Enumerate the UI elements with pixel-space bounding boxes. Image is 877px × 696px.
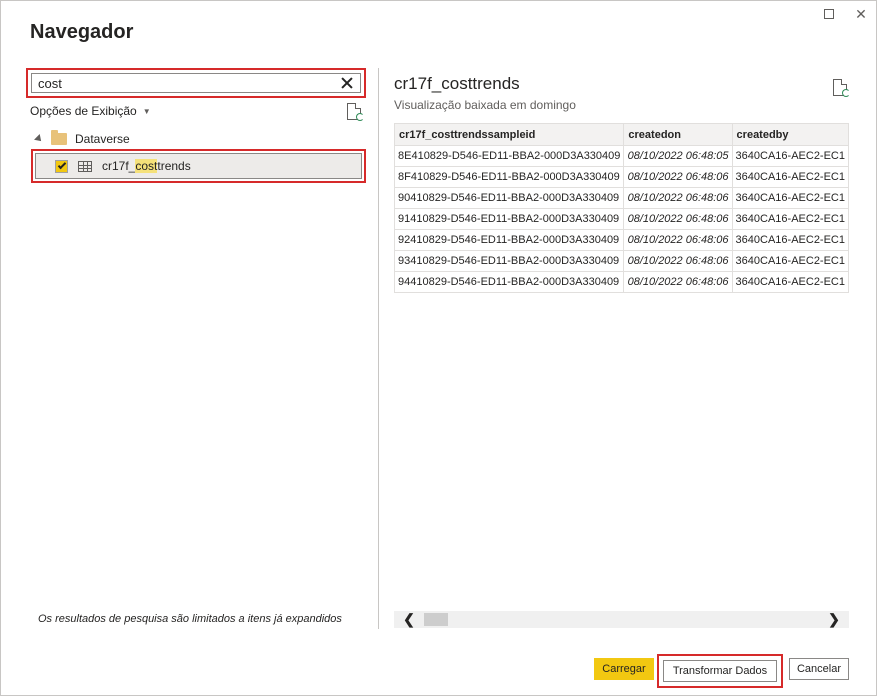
preview-refresh-icon[interactable] <box>833 79 850 97</box>
table-cell: 08/10/2022 06:48:06 <box>623 250 733 272</box>
tree-item-label-suffix: trends <box>157 159 191 173</box>
check-icon <box>57 160 66 170</box>
tree-item-checkbox[interactable] <box>55 159 68 173</box>
clear-search-icon[interactable] <box>340 76 354 90</box>
table-cell: 3640CA16-AEC2-EC1 <box>731 271 849 293</box>
table-row: 91410829-D546-ED11-BBA2-000D3A330409 08/… <box>394 208 849 230</box>
table-cell: 94410829-D546-ED11-BBA2-000D3A330409 <box>394 271 625 293</box>
scroll-left-icon[interactable]: ❮ <box>394 611 424 628</box>
tree-folder-label: Dataverse <box>75 132 130 146</box>
refresh-arrow-icon <box>842 89 850 97</box>
table-cell: 3640CA16-AEC2-EC1 <box>731 208 849 230</box>
tree-item-highlight-frame: cr17f_costtrends <box>31 149 366 183</box>
search-limit-note: Os resultados de pesquisa são limitados … <box>38 613 342 625</box>
table-cell: 3640CA16-AEC2-EC1 <box>731 145 849 167</box>
horizontal-scrollbar[interactable]: ❮ ❯ <box>394 611 849 628</box>
refresh-arrow-icon <box>356 113 364 121</box>
panel-divider[interactable] <box>378 68 379 629</box>
column-header[interactable]: createdby <box>731 123 849 146</box>
navigator-dialog: ✕ Navegador cost Opções de Exibição ▼ Da… <box>0 0 877 696</box>
scroll-right-icon[interactable]: ❯ <box>819 611 849 628</box>
folder-icon <box>51 130 67 145</box>
transform-data-button[interactable]: Transformar Dados <box>663 660 777 682</box>
scrollbar-thumb[interactable] <box>424 613 448 626</box>
chevron-down-icon: ▼ <box>142 106 151 116</box>
close-icon: ✕ <box>855 5 867 22</box>
maximize-button[interactable] <box>820 5 838 23</box>
table-cell: 3640CA16-AEC2-EC1 <box>731 229 849 251</box>
column-header[interactable]: cr17f_costtrendssampleid <box>394 123 625 146</box>
table-cell: 90410829-D546-ED11-BBA2-000D3A330409 <box>394 187 625 209</box>
search-match-highlight: cost <box>135 159 158 173</box>
table-cell: 3640CA16-AEC2-EC1 <box>731 250 849 272</box>
table-row: 93410829-D546-ED11-BBA2-000D3A330409 08/… <box>394 250 849 272</box>
table-row: 92410829-D546-ED11-BBA2-000D3A330409 08/… <box>394 229 849 251</box>
table-cell: 93410829-D546-ED11-BBA2-000D3A330409 <box>394 250 625 272</box>
refresh-icon[interactable] <box>347 103 364 121</box>
table-row: 8F410829-D546-ED11-BBA2-000D3A330409 08/… <box>394 166 849 188</box>
view-options-dropdown[interactable]: Opções de Exibição ▼ <box>30 104 151 118</box>
table-cell: 08/10/2022 06:48:06 <box>623 166 733 188</box>
transform-highlight-frame: Transformar Dados <box>657 654 783 688</box>
table-cell: 92410829-D546-ED11-BBA2-000D3A330409 <box>394 229 625 251</box>
table-cell: 08/10/2022 06:48:06 <box>623 229 733 251</box>
preview-subtitle: Visualização baixada em domingo <box>394 98 576 112</box>
table-cell: 08/10/2022 06:48:06 <box>623 271 733 293</box>
tree-folder-dataverse[interactable]: Dataverse <box>34 130 130 146</box>
table-cell: 3640CA16-AEC2-EC1 <box>731 166 849 188</box>
preview-table: cr17f_costtrendssampleid createdon creat… <box>394 123 849 293</box>
table-cell: 08/10/2022 06:48:06 <box>623 208 733 230</box>
cancel-button[interactable]: Cancelar <box>789 658 849 680</box>
column-header[interactable]: createdon <box>623 123 733 146</box>
table-header-row: cr17f_costtrendssampleid createdon creat… <box>394 123 849 146</box>
preview-grid: cr17f_costtrendssampleid createdon creat… <box>394 123 849 295</box>
close-button[interactable]: ✕ <box>852 5 870 23</box>
search-highlight-frame: cost <box>26 68 366 98</box>
table-cell: 3640CA16-AEC2-EC1 <box>731 187 849 209</box>
tree-item-label-prefix: cr17f_ <box>102 159 136 173</box>
table-cell: 8F410829-D546-ED11-BBA2-000D3A330409 <box>394 166 625 188</box>
window-controls: ✕ <box>820 5 870 23</box>
search-input[interactable]: cost <box>31 73 361 93</box>
table-row: 90410829-D546-ED11-BBA2-000D3A330409 08/… <box>394 187 849 209</box>
maximize-icon <box>824 9 834 19</box>
load-button[interactable]: Carregar <box>594 658 654 680</box>
table-cell: 91410829-D546-ED11-BBA2-000D3A330409 <box>394 208 625 230</box>
collapse-triangle-icon[interactable] <box>34 134 44 144</box>
table-icon <box>78 160 92 172</box>
preview-title: cr17f_costtrends <box>394 74 520 93</box>
table-cell: 08/10/2022 06:48:06 <box>623 187 733 209</box>
tree-item-label: cr17f_costtrends <box>102 159 191 173</box>
search-input-value[interactable]: cost <box>38 76 340 91</box>
table-cell: 8E410829-D546-ED11-BBA2-000D3A330409 <box>394 145 625 167</box>
table-cell: 08/10/2022 06:48:05 <box>623 145 733 167</box>
tree-item-costtrends[interactable]: cr17f_costtrends <box>35 153 362 179</box>
table-row: 94410829-D546-ED11-BBA2-000D3A330409 08/… <box>394 271 849 293</box>
view-options-label: Opções de Exibição <box>30 104 137 118</box>
dialog-title: Navegador <box>30 21 134 43</box>
table-row: 8E410829-D546-ED11-BBA2-000D3A330409 08/… <box>394 145 849 167</box>
